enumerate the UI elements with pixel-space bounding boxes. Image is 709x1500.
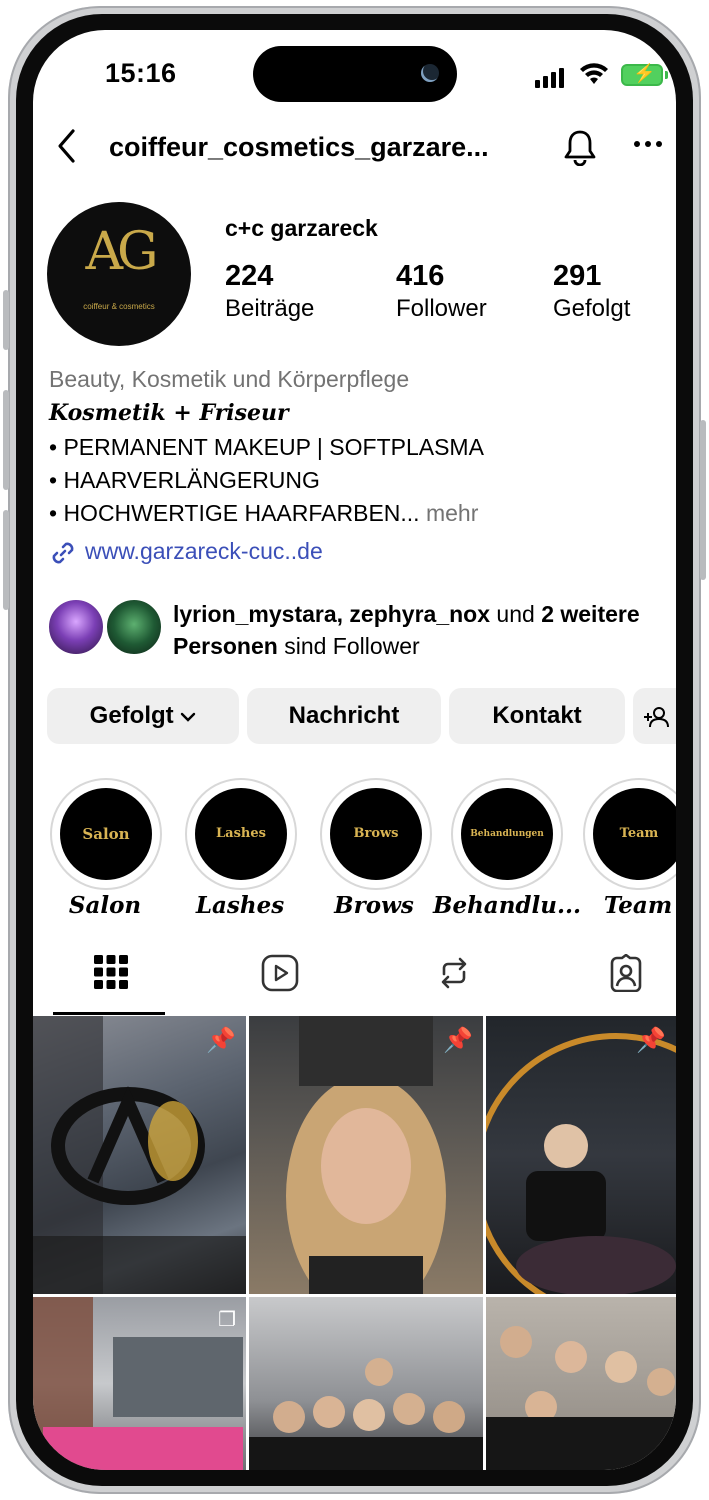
grid-icon[interactable] [93, 954, 129, 990]
stat-posts-value: 224 [225, 260, 274, 292]
portrait-image [286, 1016, 446, 1294]
carousel-icon: ❐ [218, 1309, 236, 1331]
following-button[interactable]: Gefolgt [47, 688, 239, 744]
profile-avatar[interactable]: AG coiffeur & cosmetics [47, 202, 191, 346]
followed-by-names: lyrion_mystara, zephyra_nox [173, 601, 491, 627]
post-thumbnail-4[interactable]: ❐ [33, 1297, 246, 1470]
message-button[interactable]: Nachricht [247, 688, 441, 744]
highlight-inner-text: Brows [330, 788, 422, 880]
following-label: Gefolgt [89, 702, 174, 729]
highlight-lashes[interactable]: Lashes [185, 778, 297, 890]
highlight-behandlungen[interactable]: Behandlungen [451, 778, 563, 890]
follower-avatar-1[interactable] [47, 598, 105, 656]
camera-icon [421, 64, 439, 82]
chevron-down-icon [181, 712, 196, 722]
stat-following-label: Gefolgt [553, 295, 631, 322]
highlight-label: Salon [68, 892, 142, 919]
volume-up-button [3, 390, 9, 490]
more-options-icon[interactable] [633, 140, 663, 148]
highlight-inner-text: Salon [60, 788, 152, 880]
wifi-icon [580, 63, 608, 84]
shop-sign-image [33, 1016, 246, 1294]
battery-icon: ⚡ [621, 63, 668, 86]
website-link[interactable]: www.garzareck-cuc..de [49, 538, 323, 567]
post-thumbnail-5[interactable] [249, 1297, 483, 1470]
followed-by-suffix: sind Follower [277, 633, 420, 659]
reels-icon[interactable] [261, 954, 299, 992]
highlight-label: Lashes [195, 892, 285, 919]
bio-line: • HAARVERLÄNGERUNG [49, 467, 320, 493]
pinned-icon: 📌 [443, 1027, 473, 1054]
reposts-icon[interactable] [435, 954, 473, 992]
storefront-image [33, 1297, 243, 1470]
highlight-brows[interactable]: Brows [320, 778, 432, 890]
active-tab-indicator [53, 1012, 165, 1015]
highlight-salon[interactable]: Salon [50, 778, 162, 890]
post-thumbnail-2[interactable]: 📌 [249, 1016, 483, 1294]
stat-followers[interactable]: 416 Follower [396, 260, 487, 323]
avatar-logo: AG [85, 222, 158, 282]
stat-posts-label: Beiträge [225, 295, 315, 322]
followed-by-mid: und [490, 601, 542, 627]
bell-icon[interactable] [563, 128, 597, 166]
status-time: 15:16 [105, 58, 177, 88]
post-thumbnail-1[interactable]: 📌 [33, 1016, 246, 1294]
pinned-icon: 📌 [636, 1027, 666, 1054]
bio-line-last: • HOCHWERTIGE HAARFARBEN... mehr [49, 500, 478, 527]
highlight-team[interactable]: Team [583, 778, 676, 890]
header-username: coiffeur_cosmetics_garzare... [109, 132, 489, 162]
highlight-inner-text: Lashes [195, 788, 287, 880]
bio-line-text: • HOCHWERTIGE HAARFARBEN... [49, 500, 420, 526]
stat-following[interactable]: 291 Gefolgt [553, 260, 630, 323]
profile-header: coiffeur_cosmetics_garzare... [33, 126, 676, 170]
stat-followers-value: 416 [396, 260, 445, 292]
stat-followers-label: Follower [396, 295, 487, 322]
tagged-icon[interactable] [607, 954, 645, 992]
profile-name: c+c garzareck [225, 215, 378, 241]
highlight-label: Team [603, 892, 673, 919]
highlight-label: Behandlu... [433, 892, 581, 919]
website-url: www.garzareck-cuc..de [85, 538, 323, 564]
highlight-label: Brows [334, 892, 414, 919]
avatar-text: coiffeur & cosmetics [83, 302, 155, 311]
highlight-inner-text: Team [593, 788, 676, 880]
stat-following-value: 291 [553, 260, 602, 292]
bio-line: • PERMANENT MAKEUP | SOFTPLASMA [49, 434, 484, 460]
back-arrow-icon[interactable] [55, 128, 79, 164]
signal-icon [535, 68, 564, 88]
add-person-icon [644, 706, 669, 727]
stat-posts[interactable]: 224 Beiträge [225, 260, 314, 323]
link-icon [52, 542, 74, 564]
profile-category: Beauty, Kosmetik und Körperpflege [49, 366, 410, 392]
contact-button[interactable]: Kontakt [449, 688, 625, 744]
screen: 15:16 ⚡ coiffeur_cosmetics_garzare... AG… [33, 30, 676, 1470]
more-link[interactable]: mehr [420, 500, 478, 526]
pinned-icon: 📌 [206, 1027, 236, 1054]
suggest-people-button[interactable] [633, 688, 676, 744]
power-button [700, 420, 706, 580]
followed-by-text[interactable]: lyrion_mystara, zephyra_nox und 2 weiter… [173, 598, 653, 662]
team-photo-image [249, 1358, 483, 1470]
bio-heading: Kosmetik + Friseur [49, 400, 289, 426]
side-button [3, 290, 9, 350]
post-thumbnail-3[interactable]: 📌 [486, 1016, 676, 1294]
treatment-image [486, 1033, 676, 1294]
volume-down-button [3, 510, 9, 610]
highlight-inner-text: Behandlungen [461, 788, 553, 880]
dynamic-island [253, 46, 457, 102]
post-thumbnail-6[interactable] [486, 1297, 676, 1470]
follower-avatar-2[interactable] [105, 598, 163, 656]
staff-photo-image [486, 1326, 676, 1470]
